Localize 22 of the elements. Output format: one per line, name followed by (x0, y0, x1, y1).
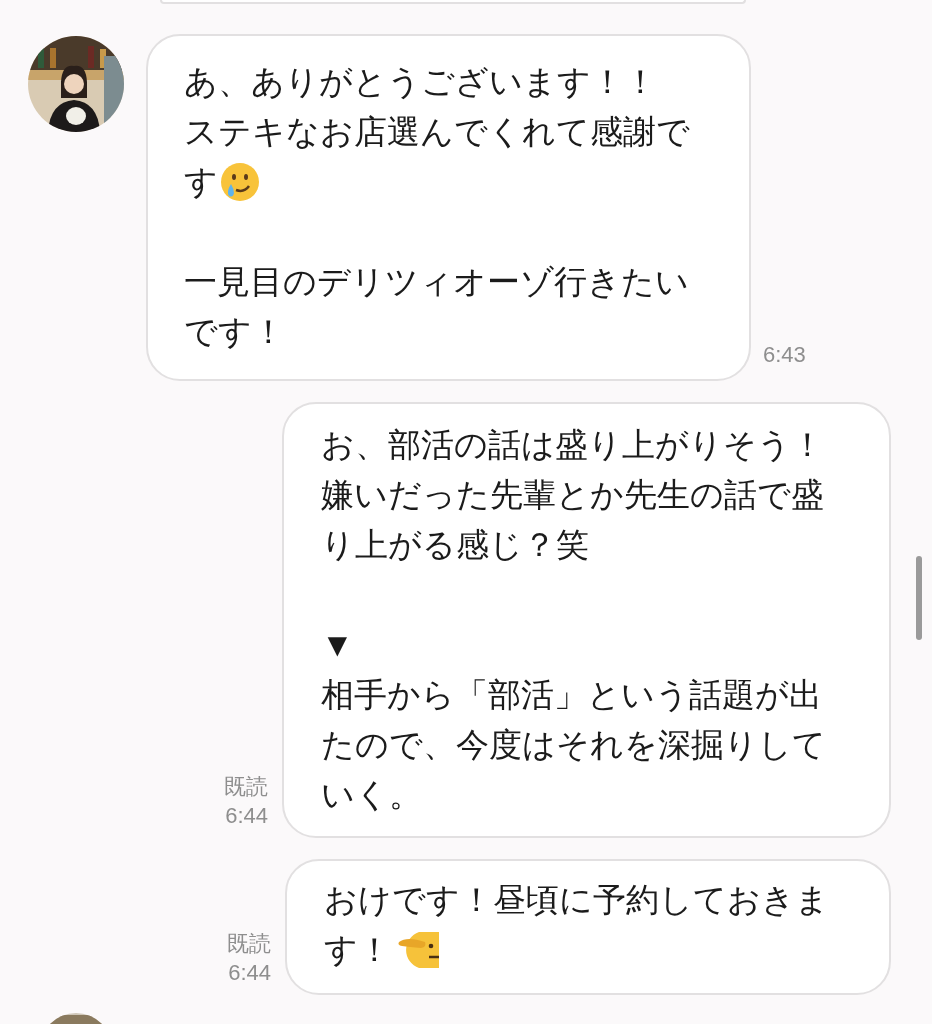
message-text: ステキなお店選んでくれて感謝で (184, 112, 690, 152)
message-text: いく。 (321, 775, 422, 815)
read-label: 既読 (224, 773, 268, 801)
message-text: あ、ありがとうございます！！ (184, 62, 657, 102)
timestamp: 6:44 (225, 802, 268, 830)
teary-smile-emoji-icon (220, 162, 260, 202)
message-text: す (184, 162, 218, 202)
message-text: です！ (184, 312, 285, 352)
timestamp: 6:43 (763, 341, 806, 369)
scrollbar[interactable] (916, 556, 922, 640)
pointing-face-emoji-icon (397, 930, 441, 970)
message-text: り上がる感じ？笑 (321, 525, 589, 565)
message-text: たので、今度はそれを深掘りして (321, 725, 826, 765)
message-text: 一見目のデリツィオーゾ行きたい (184, 262, 689, 302)
message-text: おけです！昼頃に予約しておきま (324, 880, 829, 920)
message-text: 相手から「部活」という話題が出 (321, 675, 822, 715)
message-text: す！ (324, 930, 391, 970)
message-text: 嫌いだった先輩とか先生の話で盛 (321, 475, 824, 515)
message-text: ▼ (321, 625, 354, 665)
message-text: お、部活の話は盛り上がりそう！ (321, 425, 824, 465)
timestamp: 6:44 (228, 959, 271, 987)
read-label: 既読 (227, 930, 271, 958)
